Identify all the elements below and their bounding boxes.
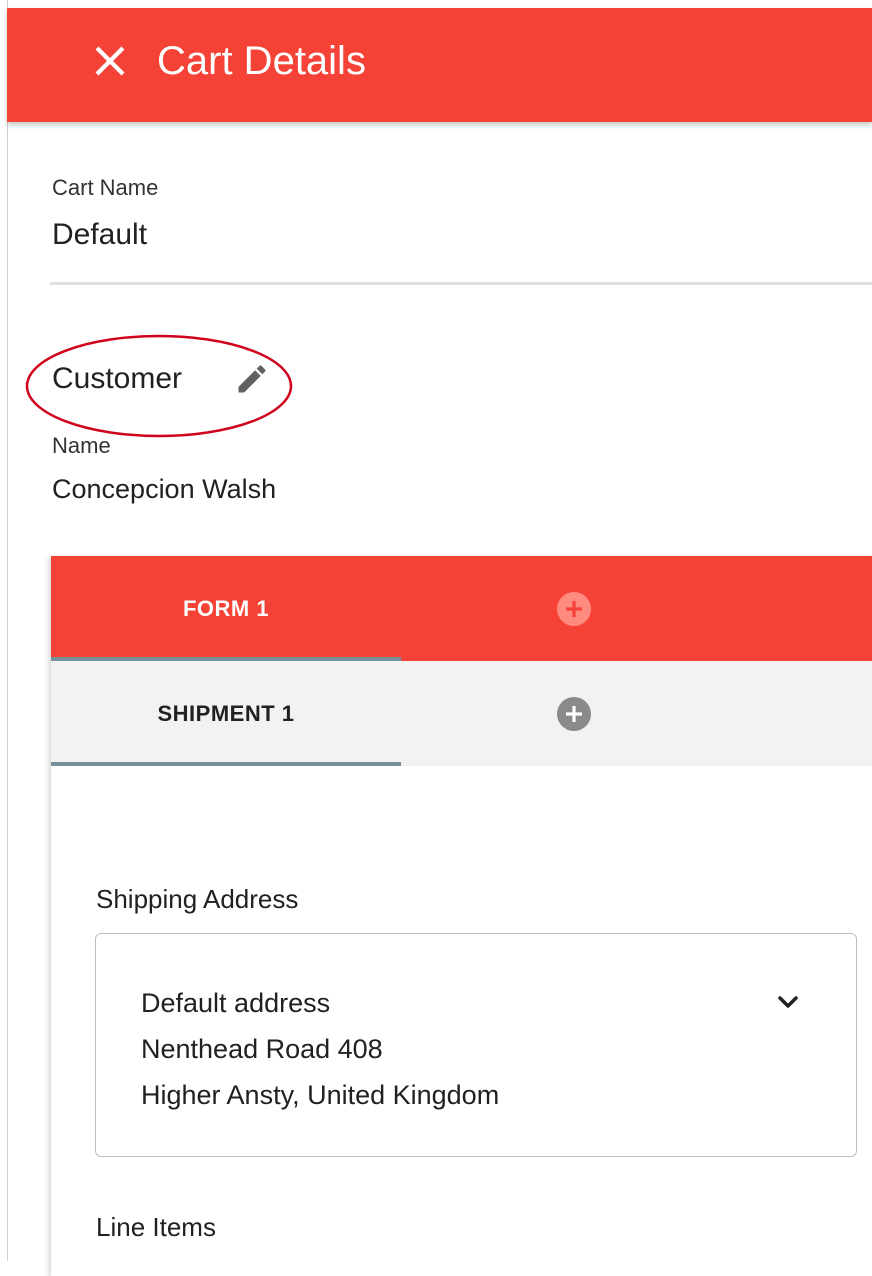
left-border <box>7 0 8 1261</box>
chevron-down-icon[interactable] <box>772 986 804 1018</box>
shipping-address-select[interactable]: Default address Nenthead Road 408 Higher… <box>95 933 857 1157</box>
form-tab-bar: FORM 1 <box>51 556 872 661</box>
line-items-label: Line Items <box>96 1212 216 1242</box>
app-bar: Cart Details <box>7 8 872 122</box>
address-line-2: Nenthead Road 408 <box>141 1034 383 1064</box>
add-shipment-icon[interactable] <box>556 696 592 732</box>
tab-form-1[interactable]: FORM 1 <box>51 556 401 661</box>
customer-heading: Customer <box>52 362 183 395</box>
page-title: Cart Details <box>157 39 366 83</box>
close-icon[interactable] <box>87 38 133 84</box>
customer-name-value: Concepcion Walsh <box>52 474 277 504</box>
shipping-address-label: Shipping Address <box>96 884 299 914</box>
divider <box>50 282 872 285</box>
tab-shipment-1[interactable]: SHIPMENT 1 <box>51 661 401 766</box>
form-card: FORM 1 SHIPMENT 1 Shipping Address Defau… <box>51 556 872 1276</box>
cart-name-value: Default <box>52 218 148 251</box>
shipment-tab-bar: SHIPMENT 1 <box>51 661 872 766</box>
address-line-3: Higher Ansty, United Kingdom <box>141 1080 500 1110</box>
add-form-icon[interactable] <box>556 591 592 627</box>
pencil-icon[interactable] <box>234 361 270 397</box>
address-line-1: Default address <box>141 988 331 1018</box>
tab-indicator <box>51 762 401 766</box>
customer-name-label: Name <box>52 433 111 458</box>
cart-name-label: Cart Name <box>52 175 159 200</box>
